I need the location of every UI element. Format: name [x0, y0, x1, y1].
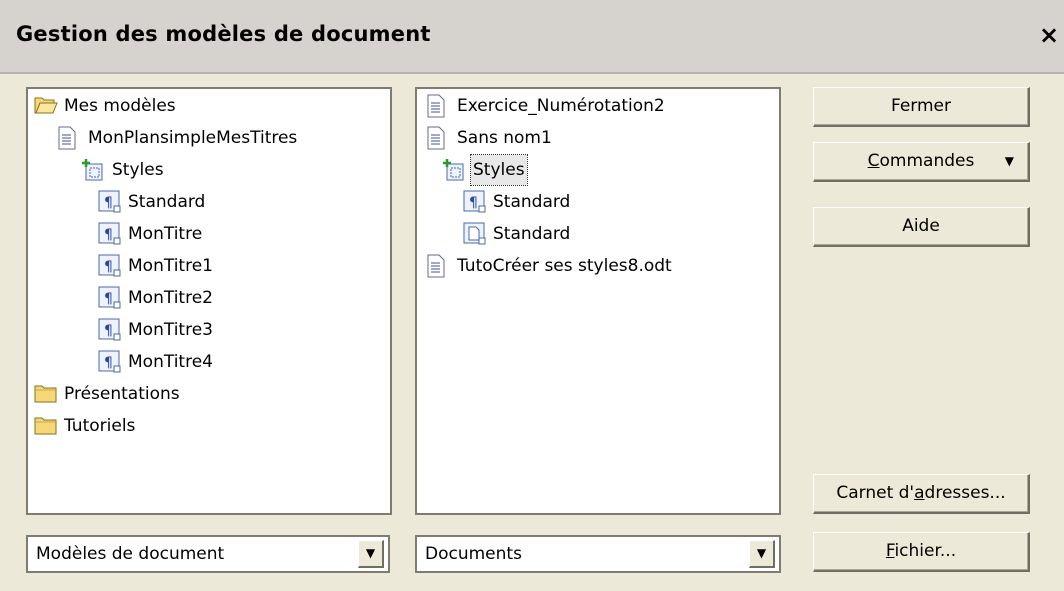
paragraph-style-icon: ¶: [98, 318, 121, 342]
page-style-icon: [463, 222, 486, 246]
fermer-button[interactable]: Fermer: [813, 87, 1030, 127]
templates-category-select[interactable]: Modèles de document ▼: [26, 535, 390, 573]
tree-item-label: Tutoriels: [64, 416, 136, 436]
fichier-button[interactable]: Fichier...: [813, 532, 1030, 572]
svg-text:¶: ¶: [469, 195, 478, 211]
folder-icon: [34, 414, 57, 438]
tree-item-monplansimple[interactable]: MonPlansimpleMesTitres: [58, 123, 299, 153]
folder-icon: [34, 382, 57, 406]
folder-open-icon: [34, 94, 58, 118]
tree-item-montitre[interactable]: ¶ MonTitre: [98, 219, 204, 249]
tree-item-label: Styles: [470, 154, 528, 186]
tree-item-label: MonPlansimpleMesTitres: [88, 128, 298, 148]
tree-item-mes-modeles[interactable]: Mes modèles: [34, 91, 178, 121]
paragraph-style-icon: ¶: [98, 190, 121, 214]
select-value: Documents: [425, 544, 522, 564]
document-icon: [427, 126, 449, 150]
tree-item-label: Standard: [493, 192, 571, 212]
tree-item-sans-nom1[interactable]: Sans nom1: [427, 123, 554, 153]
documents-category-select[interactable]: Documents ▼: [415, 535, 781, 573]
tree-item-label: Sans nom1: [457, 128, 552, 148]
tree-item-label: MonTitre: [128, 224, 203, 244]
tree-item-styles-selected[interactable]: Styles: [443, 154, 528, 186]
paragraph-style-icon: ¶: [98, 350, 121, 374]
close-button[interactable]: ×: [1034, 18, 1064, 52]
aide-button[interactable]: Aide: [813, 207, 1030, 247]
paragraph-style-icon: ¶: [463, 190, 486, 214]
tree-item-label: Standard: [128, 192, 206, 212]
paragraph-style-icon: ¶: [98, 254, 121, 278]
tree-item-standard-paragraph[interactable]: ¶ Standard: [463, 187, 572, 217]
tree-item-label: MonTitre2: [128, 288, 213, 308]
svg-text:¶: ¶: [104, 195, 113, 211]
commandes-label: Commandes: [867, 151, 975, 171]
tree-item-montitre3[interactable]: ¶ MonTitre3: [98, 315, 215, 345]
title-bar: Gestion des modèles de document ×: [0, 0, 1064, 74]
svg-text:¶: ¶: [104, 259, 113, 275]
tree-item-label: Standard: [493, 224, 571, 244]
select-value: Modèles de document: [36, 544, 225, 564]
tree-item-standard[interactable]: ¶ Standard: [98, 187, 207, 217]
templates-tree-panel[interactable]: Mes modèles MonPlansimpleMesTitres Style…: [26, 87, 392, 515]
document-icon: [427, 254, 449, 278]
styles-icon: [82, 158, 104, 182]
dropdown-arrow-icon: ▼: [1004, 154, 1014, 168]
svg-text:¶: ¶: [104, 323, 113, 339]
tree-item-styles[interactable]: Styles: [82, 155, 166, 185]
window-title: Gestion des modèles de document: [16, 22, 431, 46]
document-icon: [427, 94, 449, 118]
commandes-button[interactable]: Commandes ▼: [813, 142, 1030, 182]
svg-text:¶: ¶: [104, 227, 113, 243]
tree-item-tutoriels[interactable]: Tutoriels: [34, 411, 137, 441]
tree-item-standard-page[interactable]: Standard: [463, 219, 572, 249]
tree-item-montitre4[interactable]: ¶ MonTitre4: [98, 347, 215, 377]
tree-item-label: TutoCréer ses styles8.odt: [457, 256, 672, 276]
tree-item-label: Styles: [112, 160, 164, 180]
carnet-adresses-button[interactable]: Carnet d'adresses...: [813, 474, 1030, 514]
tree-item-tutocreer[interactable]: TutoCréer ses styles8.odt: [427, 251, 674, 281]
tree-item-montitre1[interactable]: ¶ MonTitre1: [98, 251, 215, 281]
tree-item-montitre2[interactable]: ¶ MonTitre2: [98, 283, 215, 313]
tree-item-exercice[interactable]: Exercice_Numérotation2: [427, 91, 667, 121]
tree-item-label: Mes modèles: [64, 96, 176, 116]
dropdown-arrow-icon[interactable]: ▼: [358, 540, 384, 568]
tree-item-label: MonTitre3: [128, 320, 213, 340]
document-icon: [58, 126, 80, 150]
paragraph-style-icon: ¶: [98, 222, 121, 246]
tree-item-label: MonTitre4: [128, 352, 213, 372]
paragraph-style-icon: ¶: [98, 286, 121, 310]
svg-text:¶: ¶: [104, 355, 113, 371]
styles-icon: [443, 158, 465, 182]
documents-tree-panel[interactable]: Exercice_Numérotation2 Sans nom1 Styles …: [415, 87, 781, 515]
tree-item-label: MonTitre1: [128, 256, 213, 276]
dropdown-arrow-icon[interactable]: ▼: [749, 540, 775, 568]
tree-item-label: Présentations: [64, 384, 180, 404]
svg-text:¶: ¶: [104, 291, 113, 307]
tree-item-label: Exercice_Numérotation2: [457, 96, 665, 116]
tree-item-presentations[interactable]: Présentations: [34, 379, 182, 409]
